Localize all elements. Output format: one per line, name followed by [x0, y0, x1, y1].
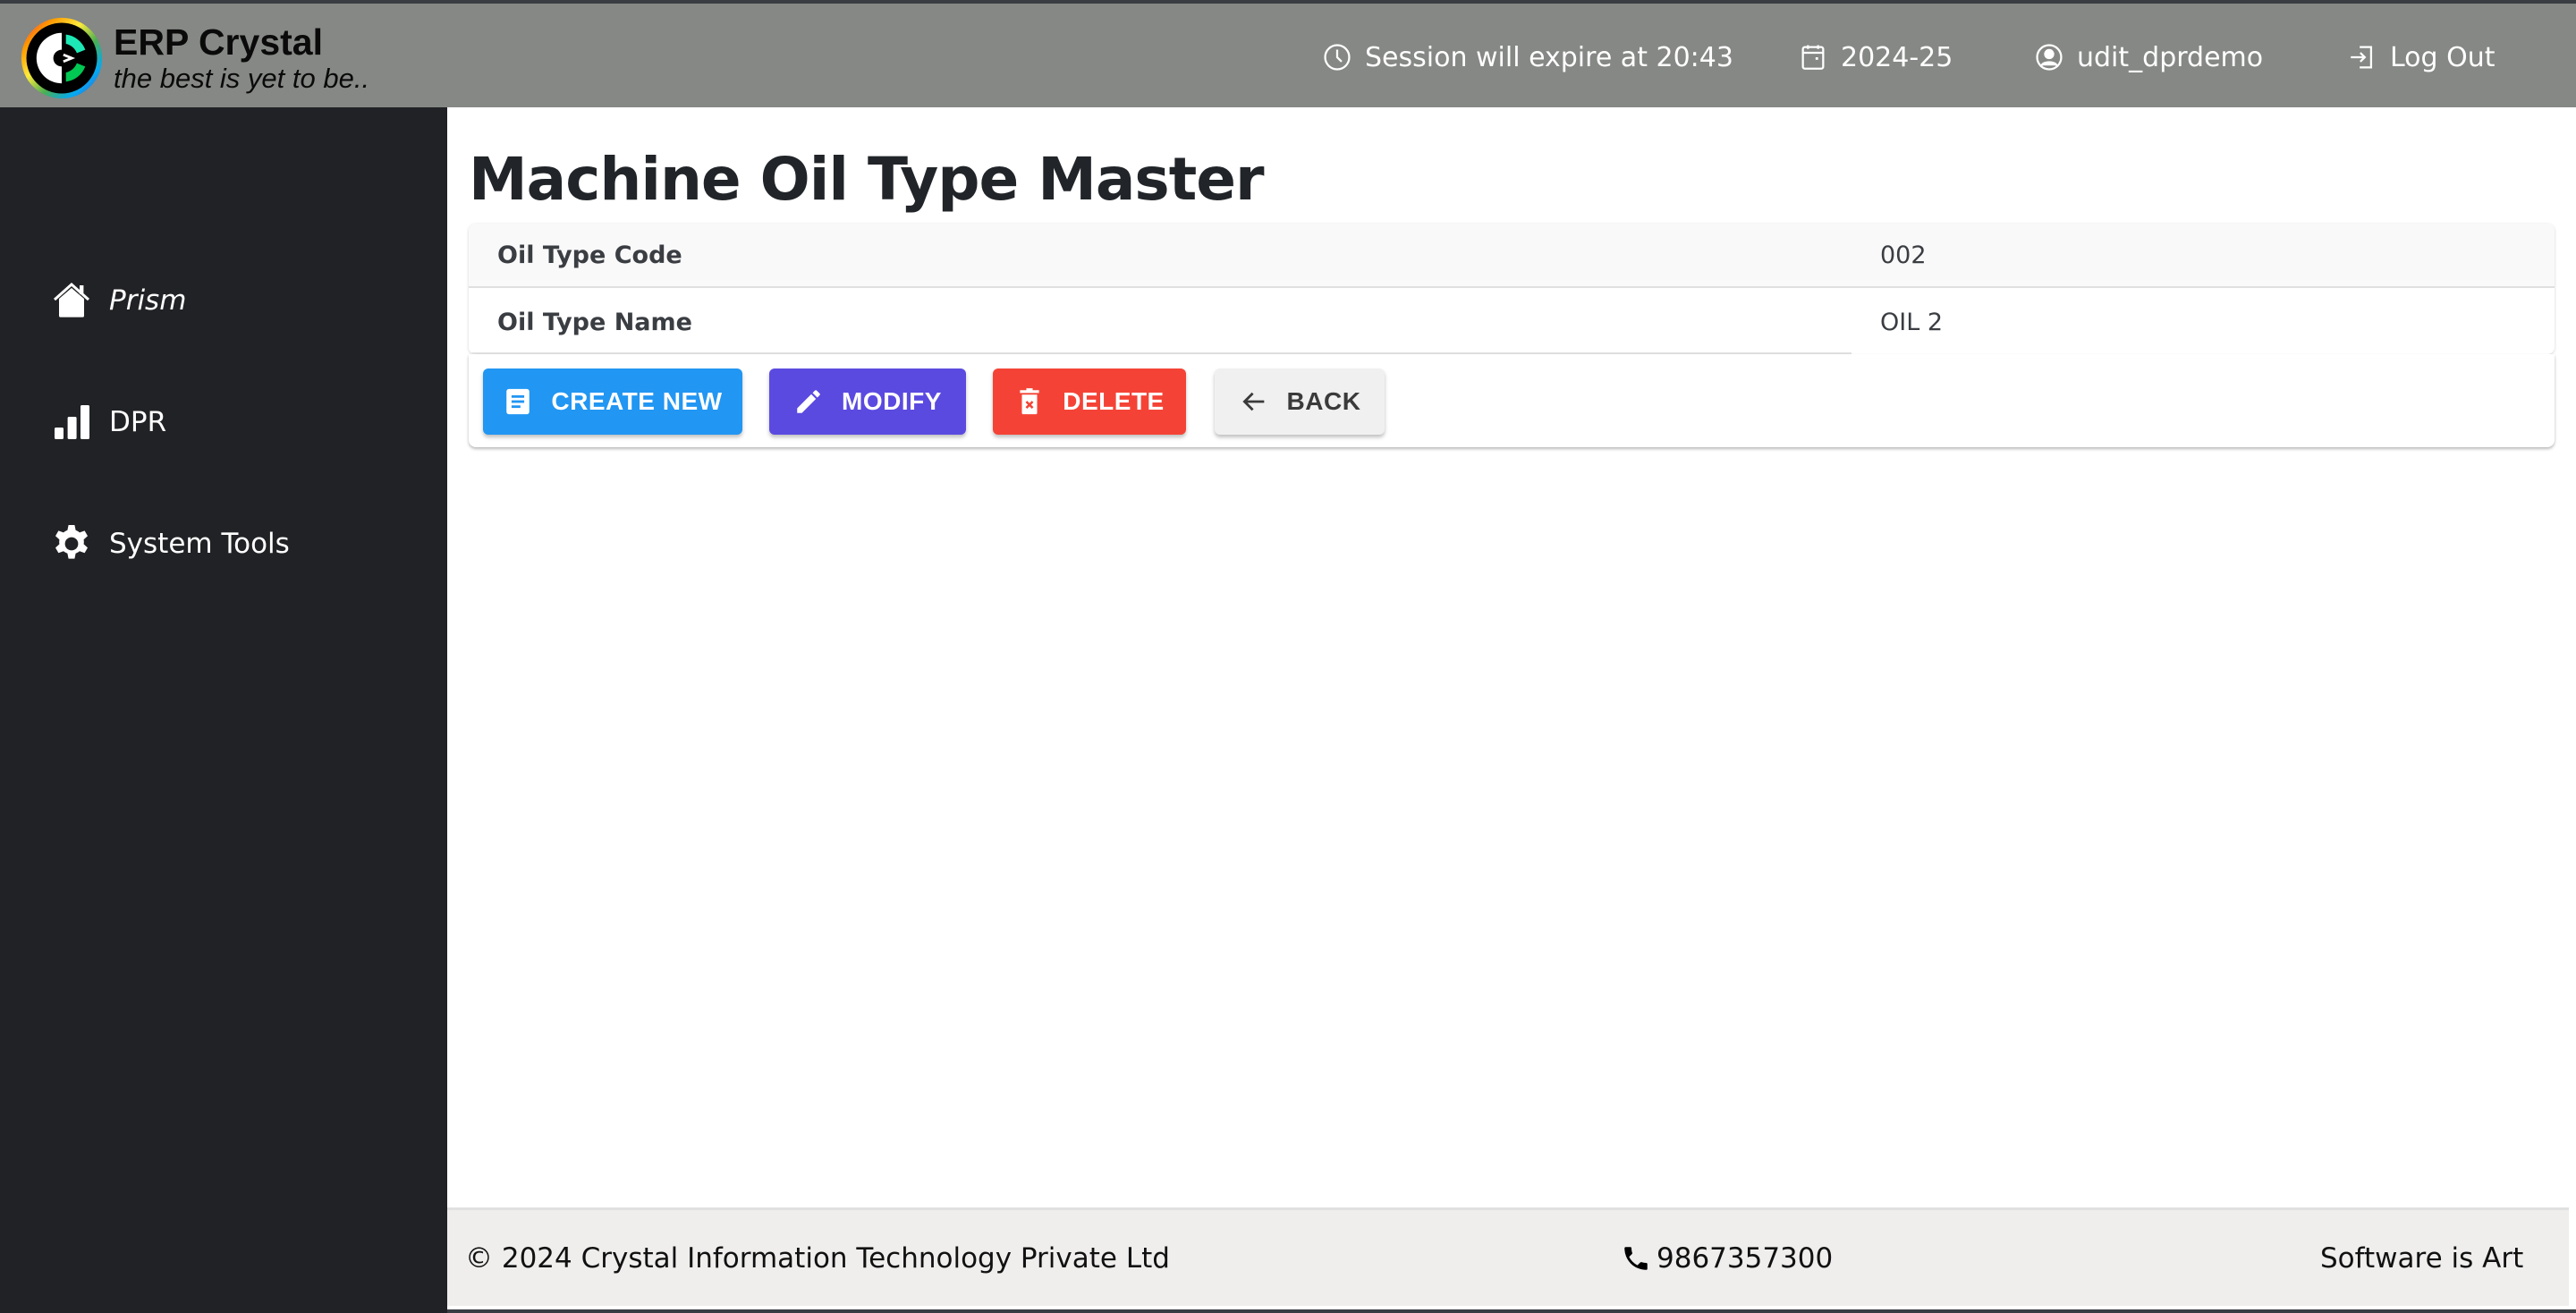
oil-type-details: Oil Type Code 002 Oil Type Name OIL 2 [469, 224, 2555, 354]
user-profile[interactable]: udit_dprdemo [2034, 39, 2263, 75]
document-icon [506, 388, 530, 415]
logout-button[interactable]: Log Out [2347, 39, 2496, 75]
detail-row-oil-type-name: Oil Type Name OIL 2 [469, 290, 2555, 354]
calendar-icon [1801, 45, 1825, 70]
bottom-border [447, 1309, 2576, 1313]
delete-label: DELETE [1063, 387, 1165, 415]
modify-button[interactable]: MODIFY [769, 368, 966, 435]
main-content: Machine Oil Type Master Oil Type Code 00… [447, 107, 2576, 1207]
home-icon [53, 282, 90, 318]
phone-icon [1624, 1246, 1648, 1270]
app-header: ERP Crystal the best is yet to be.. Sess… [0, 4, 2576, 107]
logout-label: Log Out [2390, 41, 2496, 73]
financial-year-text: 2024-25 [1841, 41, 1953, 73]
app-footer: © 2024 Crystal Information Technology Pr… [447, 1207, 2569, 1306]
modify-label: MODIFY [842, 387, 942, 415]
financial-year[interactable]: 2024-25 [1798, 39, 1953, 75]
bar-chart-icon [55, 405, 89, 439]
sidebar: Prism DPR System Tools [0, 107, 447, 1313]
back-label: BACK [1286, 387, 1361, 415]
erp-crystal-logo [21, 17, 103, 99]
brand-title: ERP Crystal [114, 21, 323, 63]
create-new-label: CREATE NEW [551, 387, 723, 415]
username: udit_dprdemo [2077, 41, 2264, 73]
sidebar-item-label: System Tools [109, 528, 290, 560]
create-new-button[interactable]: CREATE NEW [483, 368, 742, 435]
detail-row-oil-type-code: Oil Type Code 002 [469, 224, 2555, 288]
action-bar: CREATE NEW MODIFY DELETE BACK [469, 354, 2555, 447]
trash-icon [1020, 388, 1039, 415]
back-button[interactable]: BACK [1215, 368, 1385, 435]
footer-copyright: © 2024 Crystal Information Technology Pr… [465, 1241, 1170, 1275]
footer-phone: 9867357300 [1621, 1242, 1833, 1275]
sidebar-item-dpr[interactable]: DPR [50, 395, 166, 449]
gear-icon [55, 525, 88, 559]
user-circle-icon [2036, 44, 2063, 71]
sidebar-item-label: DPR [109, 406, 167, 438]
field-label: Oil Type Name [497, 308, 692, 336]
page-title: Machine Oil Type Master [469, 145, 1265, 214]
field-label: Oil Type Code [497, 241, 682, 269]
sidebar-item-label: Prism [109, 284, 187, 317]
pencil-icon [797, 390, 820, 413]
session-text: Session will expire at 20:43 [1365, 41, 1733, 73]
session-expiry: Session will expire at 20:43 [1322, 39, 1733, 75]
field-value: 002 [1880, 241, 1927, 269]
delete-button[interactable]: DELETE [993, 368, 1186, 435]
clock-icon [1324, 44, 1351, 71]
footer-phone-number: 9867357300 [1657, 1241, 1834, 1275]
sidebar-item-system-tools[interactable]: System Tools [50, 517, 290, 571]
brand-tagline: the best is yet to be.. [114, 63, 370, 94]
field-value: OIL 2 [1880, 308, 1944, 336]
sidebar-item-prism[interactable]: Prism [50, 274, 186, 327]
footer-tagline: Software is Art [2320, 1241, 2524, 1275]
arrow-left-icon [1241, 392, 1264, 411]
logout-icon [2351, 46, 2373, 69]
